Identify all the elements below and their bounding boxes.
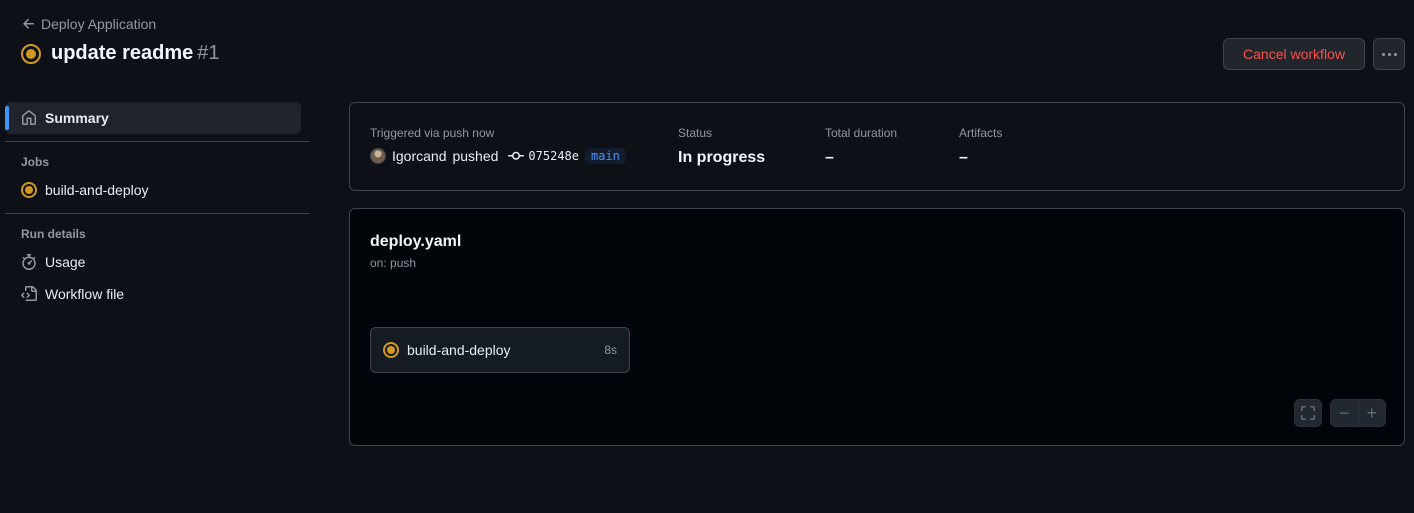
git-commit-icon bbox=[508, 151, 525, 160]
run-title-row: update readme #1 bbox=[21, 42, 220, 65]
duration-column: Total duration – bbox=[825, 126, 897, 167]
artifacts-value: – bbox=[959, 149, 968, 166]
sidebar-item-summary[interactable]: Summary bbox=[5, 102, 301, 134]
artifacts-column: Artifacts – bbox=[959, 126, 1002, 167]
sidebar-item-usage[interactable]: Usage bbox=[5, 246, 309, 278]
sidebar: Summary Jobs build-and-deploy Run detail… bbox=[5, 102, 309, 310]
divider bbox=[5, 141, 309, 142]
avatar[interactable] bbox=[370, 148, 386, 164]
file-code-icon bbox=[21, 286, 37, 301]
status-label: Status bbox=[678, 126, 713, 140]
artifacts-label: Artifacts bbox=[959, 126, 1003, 140]
job-card-build-and-deploy[interactable]: build-and-deploy 8s bbox=[370, 327, 630, 373]
divider bbox=[5, 213, 309, 214]
duration-label: Total duration bbox=[825, 126, 898, 140]
branch-tag[interactable]: main bbox=[585, 148, 626, 164]
sidebar-item-label: Workflow file bbox=[45, 286, 125, 302]
sidebar-item-build-and-deploy[interactable]: build-and-deploy bbox=[5, 174, 309, 206]
run-summary-box: Triggered via push now Igorcand pushed 0… bbox=[349, 102, 1405, 191]
workflow-graph: deploy.yaml on: push build-and-deploy 8s… bbox=[349, 208, 1405, 446]
zoom-controls: − + bbox=[1330, 399, 1386, 427]
more-options-button[interactable] bbox=[1373, 38, 1405, 70]
kebab-dot-icon bbox=[1393, 52, 1397, 56]
sidebar-item-workflow-file[interactable]: Workflow file bbox=[5, 278, 309, 310]
run-title: update readme bbox=[51, 42, 194, 64]
kebab-dot-icon bbox=[1381, 52, 1385, 56]
cancel-workflow-button[interactable]: Cancel workflow bbox=[1223, 38, 1365, 70]
in-progress-icon bbox=[383, 342, 399, 358]
jobs-heading: Jobs bbox=[21, 155, 50, 169]
sidebar-item-label: Summary bbox=[45, 110, 109, 126]
kebab-dot-icon bbox=[1387, 52, 1391, 56]
stopwatch-icon bbox=[22, 254, 36, 270]
trigger-details: Igorcand pushed 075248e main bbox=[370, 148, 626, 164]
job-duration: 8s bbox=[604, 343, 617, 357]
home-icon bbox=[22, 110, 36, 125]
sidebar-item-label: build-and-deploy bbox=[45, 182, 149, 198]
status-value: In progress bbox=[678, 149, 766, 166]
page-header: Deploy Application update readme #1 bbox=[21, 14, 1414, 74]
run-details-heading: Run details bbox=[21, 227, 86, 241]
back-link[interactable]: Deploy Application bbox=[21, 16, 156, 32]
actor-action: pushed bbox=[452, 148, 499, 164]
workflow-trigger: on: push bbox=[370, 256, 417, 270]
page-title: update readme #1 bbox=[51, 42, 220, 65]
workflow-file-name[interactable]: deploy.yaml bbox=[370, 233, 461, 251]
triggered-column: Triggered via push now Igorcand pushed 0… bbox=[370, 126, 626, 164]
duration-value: – bbox=[825, 149, 834, 166]
actor-name[interactable]: Igorcand bbox=[392, 148, 446, 164]
in-progress-icon bbox=[21, 43, 41, 64]
triggered-label: Triggered via push now bbox=[370, 126, 495, 140]
commit-sha: 075248e bbox=[528, 149, 579, 163]
in-progress-icon bbox=[21, 182, 37, 198]
fit-to-screen-button[interactable] bbox=[1294, 399, 1322, 427]
job-name: build-and-deploy bbox=[407, 342, 511, 358]
arrow-left-icon bbox=[23, 18, 34, 29]
screen-full-icon bbox=[1301, 406, 1315, 420]
sidebar-item-label: Usage bbox=[45, 254, 86, 270]
commit-link[interactable]: 075248e bbox=[508, 148, 579, 164]
zoom-out-button[interactable]: − bbox=[1331, 400, 1358, 426]
status-column: Status In progress bbox=[678, 126, 765, 167]
run-number: #1 bbox=[197, 42, 220, 64]
zoom-in-button[interactable]: + bbox=[1357, 400, 1386, 426]
back-link-label: Deploy Application bbox=[41, 16, 157, 32]
